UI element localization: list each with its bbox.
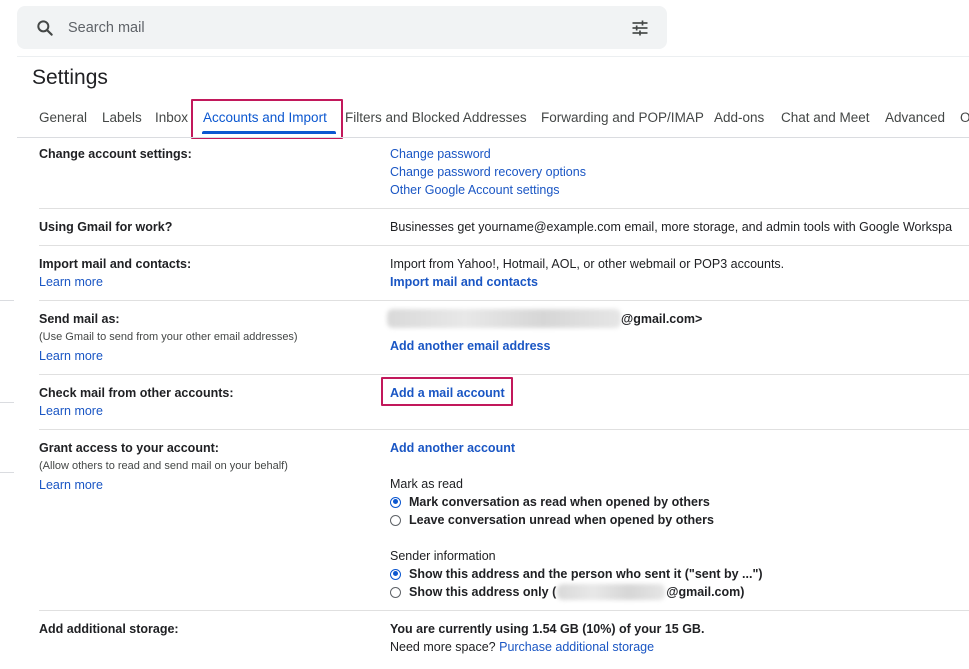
tab-general[interactable]: General bbox=[39, 98, 87, 138]
search-input[interactable] bbox=[67, 6, 607, 49]
storage-usage-text: You are currently using 1.54 GB (10%) of… bbox=[390, 622, 705, 636]
row-divider bbox=[39, 208, 969, 209]
search-icon[interactable] bbox=[35, 18, 55, 38]
show-address-only-prefix: Show this address only ( bbox=[409, 585, 557, 599]
show-address-and-sender-option[interactable]: Show this address and the person who sen… bbox=[390, 566, 763, 582]
send-as-note: (Use Gmail to send from your other email… bbox=[39, 331, 298, 343]
change-account-label: Change account settings: bbox=[39, 147, 192, 161]
search-bar[interactable] bbox=[17, 6, 667, 49]
google-account-settings-link[interactable]: Other Google Account settings bbox=[390, 183, 560, 197]
tab-labels[interactable]: Labels bbox=[102, 98, 142, 138]
show-address-only-label: Show this address only ( @gmail.com) bbox=[409, 584, 744, 600]
storage-more-line: Need more space? Purchase additional sto… bbox=[390, 640, 654, 654]
annotation-highlight-add-mail bbox=[381, 377, 513, 406]
tab-filters[interactable]: Filters and Blocked Addresses bbox=[345, 98, 527, 138]
radio-checked-icon[interactable] bbox=[390, 568, 401, 580]
row-divider bbox=[39, 429, 969, 430]
leave-unread-option[interactable]: Leave conversation unread when opened by… bbox=[390, 512, 714, 528]
show-address-only-option[interactable]: Show this address only ( @gmail.com) bbox=[390, 584, 744, 600]
header-divider bbox=[17, 56, 969, 57]
change-password-link[interactable]: Change password bbox=[390, 147, 491, 161]
tab-advanced[interactable]: Advanced bbox=[885, 98, 945, 138]
page-title: Settings bbox=[32, 66, 108, 89]
import-mail-contacts-link[interactable]: Import mail and contacts bbox=[390, 275, 538, 289]
grant-access-note: (Allow others to read and send mail on y… bbox=[39, 460, 288, 472]
need-more-space-text: Need more space? bbox=[390, 640, 496, 654]
radio-checked-icon[interactable] bbox=[390, 496, 401, 508]
change-recovery-link[interactable]: Change password recovery options bbox=[390, 165, 586, 179]
tab-forwarding[interactable]: Forwarding and POP/IMAP bbox=[541, 98, 704, 138]
purchase-storage-link[interactable]: Purchase additional storage bbox=[499, 640, 654, 654]
check-mail-learn-more-link[interactable]: Learn more bbox=[39, 404, 103, 418]
radio-unchecked-icon[interactable] bbox=[390, 514, 401, 526]
tune-icon[interactable] bbox=[630, 18, 650, 38]
tabs-divider bbox=[17, 137, 969, 138]
sidebar-edge-divider bbox=[0, 472, 14, 473]
tab-add-ons[interactable]: Add-ons bbox=[714, 98, 764, 138]
mark-read-option[interactable]: Mark conversation as read when opened by… bbox=[390, 494, 710, 510]
show-address-and-sender-label: Show this address and the person who sen… bbox=[409, 567, 763, 581]
send-as-label: Send mail as: bbox=[39, 312, 120, 326]
mark-as-read-title: Mark as read bbox=[390, 477, 463, 491]
tab-inbox[interactable]: Inbox bbox=[155, 98, 188, 138]
grant-access-label: Grant access to your account: bbox=[39, 441, 219, 455]
show-address-only-suffix: @gmail.com) bbox=[666, 585, 745, 599]
check-mail-label: Check mail from other accounts: bbox=[39, 386, 234, 400]
add-another-account-link[interactable]: Add another account bbox=[390, 441, 515, 455]
radio-unchecked-icon[interactable] bbox=[390, 586, 401, 598]
redacted-address bbox=[387, 309, 621, 328]
add-email-address-link[interactable]: Add another email address bbox=[390, 339, 550, 353]
sidebar-edge-divider bbox=[0, 402, 14, 403]
redacted-address bbox=[557, 584, 666, 600]
annotation-highlight-tab bbox=[191, 99, 343, 139]
sidebar-edge-divider bbox=[0, 300, 14, 301]
storage-label: Add additional storage: bbox=[39, 622, 179, 636]
row-divider bbox=[39, 300, 969, 301]
import-label: Import mail and contacts: bbox=[39, 257, 192, 271]
gmail-work-label: Using Gmail for work? bbox=[39, 220, 173, 234]
tab-overflow[interactable]: O bbox=[960, 98, 969, 138]
send-as-learn-more-link[interactable]: Learn more bbox=[39, 349, 103, 363]
gmail-work-text: Businesses get yourname@example.com emai… bbox=[390, 220, 953, 234]
import-description: Import from Yahoo!, Hotmail, AOL, or oth… bbox=[390, 257, 785, 271]
send-as-address-suffix: @gmail.com> bbox=[621, 312, 703, 326]
import-learn-more-link[interactable]: Learn more bbox=[39, 275, 103, 289]
settings-tabs: General Labels Inbox Accounts and Import… bbox=[0, 98, 969, 138]
mark-read-option-label: Mark conversation as read when opened by… bbox=[409, 495, 710, 509]
row-divider bbox=[39, 610, 969, 611]
sender-info-title: Sender information bbox=[390, 549, 496, 563]
row-divider bbox=[39, 245, 969, 246]
row-divider bbox=[39, 374, 969, 375]
tab-chat-and-meet[interactable]: Chat and Meet bbox=[781, 98, 870, 138]
leave-unread-option-label: Leave conversation unread when opened by… bbox=[409, 513, 714, 527]
grant-access-learn-more-link[interactable]: Learn more bbox=[39, 478, 103, 492]
